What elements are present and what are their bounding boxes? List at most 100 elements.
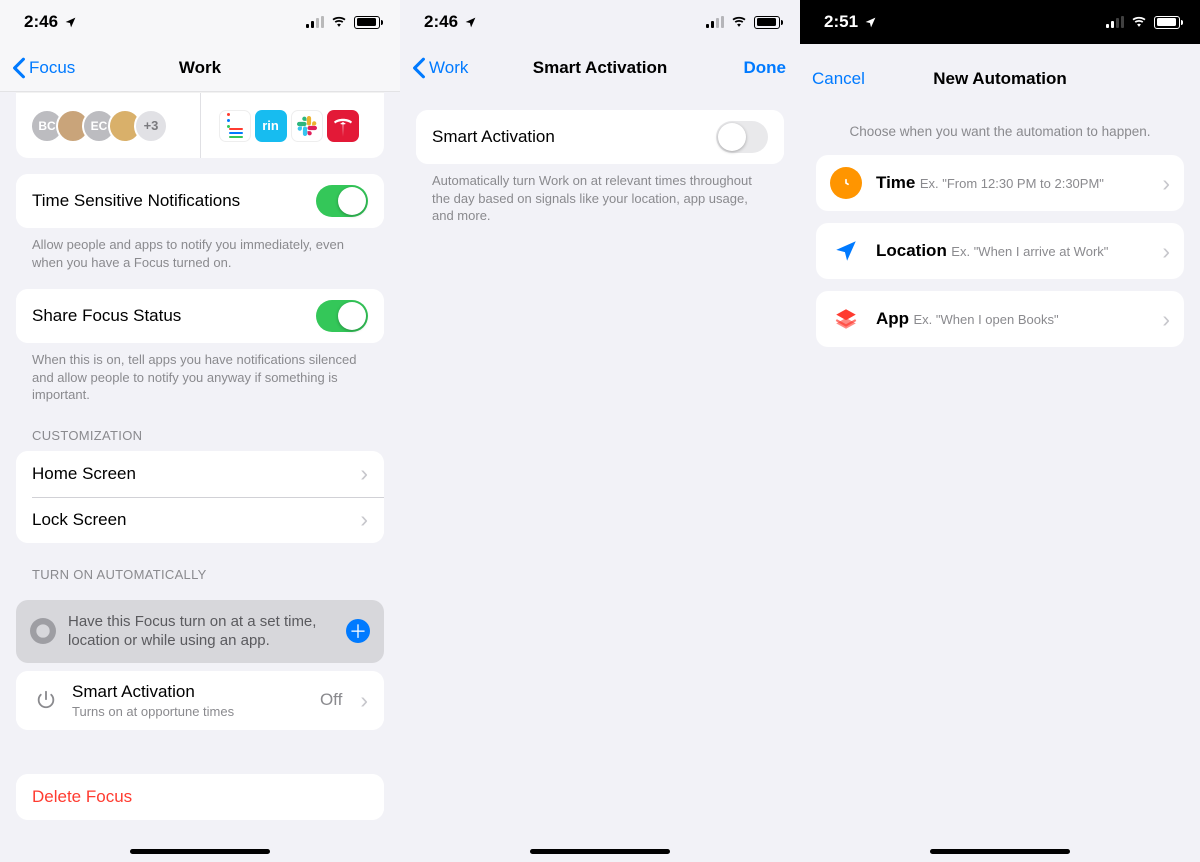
chevron-right-icon: ›: [360, 462, 368, 485]
add-automation-text: Have this Focus turn on at a set time, l…: [68, 612, 334, 651]
chevron-right-icon: ›: [360, 508, 368, 531]
row-label: Home Screen: [32, 464, 354, 484]
time-sensitive-footer: Allow people and apps to notify you imme…: [0, 228, 400, 271]
option-subtitle: Ex. "When I open Books": [914, 312, 1059, 327]
app-stack-icon: [830, 303, 862, 335]
wifi-icon: [1130, 16, 1148, 29]
status-time: 2:51: [824, 12, 858, 32]
share-status-footer: When this is on, tell apps you have noti…: [0, 343, 400, 404]
cellular-icon: [1106, 16, 1124, 28]
delete-focus-group: Delete Focus: [16, 774, 384, 820]
home-screen-row[interactable]: Home Screen ›: [16, 451, 384, 497]
avatar-more: +3: [134, 109, 168, 143]
cellular-icon: [306, 16, 324, 28]
delete-focus-row[interactable]: Delete Focus: [16, 774, 384, 820]
wifi-icon: [730, 16, 748, 29]
back-label: Focus: [29, 58, 75, 78]
app-icon-slack: [291, 110, 323, 142]
row-value: Off: [320, 690, 342, 710]
customization-group: Home Screen › Lock Screen ›: [16, 451, 384, 543]
share-status-row[interactable]: Share Focus Status: [16, 289, 384, 343]
row-subtitle: Turns on at opportune times: [72, 704, 308, 719]
time-sensitive-group: Time Sensitive Notifications: [16, 174, 384, 228]
modal-sheet: Cancel New Automation Choose when you wa…: [800, 52, 1200, 862]
back-label: Work: [429, 58, 468, 78]
home-indicator[interactable]: [530, 849, 670, 854]
location-arrow-icon: [830, 235, 862, 267]
allowed-apps[interactable]: rin: [200, 93, 385, 158]
option-title: App: [876, 309, 909, 328]
screen-work-focus: 2:46 Focus Work BC EC +3: [0, 0, 400, 862]
chevron-right-icon: ›: [1162, 170, 1170, 197]
scroll-content: Smart Activation Automatically turn Work…: [400, 92, 800, 862]
row-label: Share Focus Status: [32, 306, 316, 326]
plus-icon[interactable]: ＋: [346, 619, 370, 643]
smart-activation-toggle-row[interactable]: Smart Activation: [416, 110, 784, 164]
allowed-people-apps[interactable]: BC EC +3 rin: [16, 92, 384, 158]
customization-header: Customization: [0, 404, 400, 451]
wifi-icon: [330, 16, 348, 29]
lock-screen-row[interactable]: Lock Screen ›: [16, 497, 384, 543]
home-indicator[interactable]: [930, 849, 1070, 854]
status-time: 2:46: [424, 12, 458, 32]
app-icon-tesla: [327, 110, 359, 142]
time-sensitive-toggle[interactable]: [316, 185, 368, 217]
power-icon: [32, 689, 60, 711]
status-bar: 2:51: [800, 0, 1200, 44]
cancel-button[interactable]: Cancel: [812, 69, 865, 89]
done-button[interactable]: Done: [744, 58, 787, 78]
row-label: Smart Activation: [432, 127, 716, 147]
auto-header: Turn On Automatically: [0, 543, 400, 590]
smart-activation-footer: Automatically turn Work on at relevant t…: [400, 164, 800, 225]
cellular-icon: [706, 16, 724, 28]
option-title: Location: [876, 241, 947, 260]
chevron-left-icon: [412, 57, 426, 79]
status-time: 2:46: [24, 12, 58, 32]
clock-icon: [830, 167, 862, 199]
row-title: Smart Activation: [72, 682, 308, 702]
automation-option-app[interactable]: App Ex. "When I open Books" ›: [816, 291, 1184, 347]
automation-option-location[interactable]: Location Ex. "When I arrive at Work" ›: [816, 223, 1184, 279]
chevron-left-icon: [12, 57, 26, 79]
clock-fill-icon: [30, 618, 56, 644]
automation-option-time[interactable]: Time Ex. "From 12:30 PM to 2:30PM" ›: [816, 155, 1184, 211]
option-subtitle: Ex. "When I arrive at Work": [951, 244, 1108, 259]
status-bar: 2:46: [400, 0, 800, 44]
chevron-right-icon: ›: [1162, 306, 1170, 333]
location-fill-icon: [864, 16, 877, 29]
smart-activation-group: Smart Activation Turns on at opportune t…: [16, 671, 384, 730]
screen-new-automation: 2:51 Cancel New Automation Choose when y…: [800, 0, 1200, 862]
delete-label: Delete Focus: [32, 787, 368, 807]
add-automation-row[interactable]: Have this Focus turn on at a set time, l…: [16, 600, 384, 663]
scroll-content: BC EC +3 rin: [0, 92, 400, 862]
sheet-prompt: Choose when you want the automation to h…: [800, 106, 1200, 155]
time-sensitive-row[interactable]: Time Sensitive Notifications: [16, 174, 384, 228]
sheet-nav: Cancel New Automation: [800, 52, 1200, 106]
app-icon-calendar: [219, 110, 251, 142]
app-icon-ring: rin: [255, 110, 287, 142]
battery-icon: [354, 16, 380, 29]
status-bar: 2:46: [0, 0, 400, 44]
row-label: Lock Screen: [32, 510, 354, 530]
battery-icon: [1154, 16, 1180, 29]
chevron-right-icon: ›: [1162, 238, 1170, 265]
location-icon: [464, 16, 477, 29]
back-button[interactable]: Work: [412, 57, 468, 79]
option-title: Time: [876, 173, 915, 192]
back-button[interactable]: Focus: [12, 57, 75, 79]
smart-activation-toggle-group: Smart Activation: [416, 110, 784, 164]
share-status-group: Share Focus Status: [16, 289, 384, 343]
screen-smart-activation: 2:46 Work Smart Activation Done Smart Ac…: [400, 0, 800, 862]
smart-activation-toggle[interactable]: [716, 121, 768, 153]
chevron-right-icon: ›: [360, 689, 368, 712]
smart-activation-row[interactable]: Smart Activation Turns on at opportune t…: [16, 671, 384, 730]
share-status-toggle[interactable]: [316, 300, 368, 332]
battery-icon: [754, 16, 780, 29]
option-subtitle: Ex. "From 12:30 PM to 2:30PM": [920, 176, 1104, 191]
location-icon: [64, 16, 77, 29]
allowed-people[interactable]: BC EC +3: [16, 93, 200, 158]
home-indicator[interactable]: [130, 849, 270, 854]
nav-bar: Focus Work: [0, 44, 400, 92]
nav-bar: Work Smart Activation Done: [400, 44, 800, 92]
row-label: Time Sensitive Notifications: [32, 191, 316, 211]
